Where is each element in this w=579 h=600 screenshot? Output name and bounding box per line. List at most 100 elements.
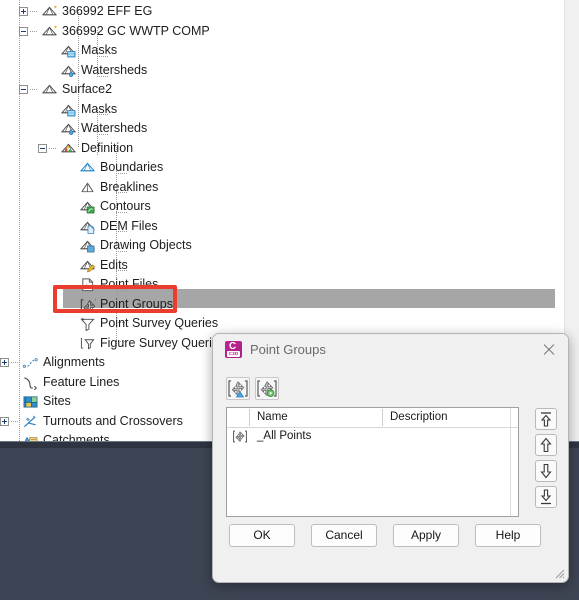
- tree-item-label: Sites: [43, 394, 71, 408]
- tree-item-label: DEM Files: [100, 219, 158, 233]
- tree-item-label: Watersheds: [81, 121, 148, 135]
- collapse-icon[interactable]: [19, 85, 28, 94]
- breaklines-icon: [79, 180, 95, 195]
- tree-item-label: 366992 EFF EG: [62, 4, 153, 18]
- surface-icon: [41, 24, 58, 39]
- tree-item-label: 366992 GC WWTP COMP: [62, 24, 210, 38]
- column-header-name[interactable]: Name: [257, 408, 288, 427]
- tree-item-point-survey-queries[interactable]: Point Survey Queries: [0, 314, 565, 333]
- close-icon[interactable]: [538, 340, 560, 360]
- create-point-group-icon: [228, 380, 248, 398]
- column-divider: [382, 409, 383, 426]
- edits-icon: [79, 258, 96, 273]
- tree-item-label: Point Survey Queries: [100, 316, 219, 330]
- column-divider: [249, 409, 250, 426]
- masks-icon: [60, 43, 77, 58]
- surface-icon: [41, 4, 58, 19]
- tree-item-label: Watersheds: [81, 63, 148, 77]
- annotation-highlight-box: [53, 285, 177, 313]
- expand-icon[interactable]: [19, 7, 28, 16]
- expand-icon[interactable]: [0, 358, 9, 367]
- tree-item-contours[interactable]: Contours: [0, 197, 565, 216]
- tree-item-366992-gc-wwtp-comp[interactable]: 366992 GC WWTP COMP: [0, 22, 565, 41]
- tree-guide-line: [30, 31, 38, 32]
- surface-plain-icon: [41, 82, 58, 97]
- tree-item-dem-files[interactable]: DEM Files: [0, 217, 565, 236]
- move-to-bottom-icon: [540, 489, 552, 505]
- tree-guide-line: [30, 89, 38, 90]
- column-header-description[interactable]: Description: [390, 408, 448, 427]
- tree-item-masks[interactable]: Masks: [0, 41, 565, 60]
- tree-item-boundaries[interactable]: Boundaries: [0, 158, 565, 177]
- move-down-button[interactable]: [535, 460, 557, 482]
- tree-item-surface2[interactable]: Surface2: [0, 80, 565, 99]
- contours-icon: [79, 199, 96, 214]
- dem-files-icon: [79, 219, 96, 234]
- tree-item-label: Boundaries: [100, 160, 164, 174]
- tree-item-label: Contours: [100, 199, 151, 213]
- dialog-titlebar[interactable]: C C3D Point Groups: [213, 334, 568, 366]
- tree-item-edits[interactable]: Edits: [0, 256, 565, 275]
- move-to-top-button[interactable]: [535, 408, 557, 430]
- list-header-row: Name Description: [227, 408, 518, 428]
- resize-grip[interactable]: [554, 568, 565, 579]
- tree-guide-line: [30, 11, 38, 12]
- list-item-name: _All Points: [257, 430, 312, 442]
- definition-icon: [60, 141, 77, 156]
- sites-icon: [22, 394, 38, 409]
- apply-button[interactable]: Apply: [393, 524, 459, 547]
- tree-item-masks[interactable]: Masks: [0, 100, 565, 119]
- tree-item-label: Feature Lines: [43, 375, 120, 389]
- catchments-icon: [22, 433, 38, 441]
- list-column-divider: [510, 408, 511, 516]
- collapse-icon[interactable]: [38, 144, 47, 153]
- tree-item-label: Alignments: [43, 355, 105, 369]
- tree-item-label: Catchments: [43, 433, 110, 441]
- figure-survey-icon: [79, 336, 95, 351]
- tree-item-label: Definition: [81, 141, 134, 155]
- tree-item-label: Figure Survey Queries: [100, 336, 226, 350]
- help-button[interactable]: Help: [475, 524, 541, 547]
- move-to-bottom-button[interactable]: [535, 486, 557, 508]
- ok-button[interactable]: OK: [229, 524, 295, 547]
- tree-guide-line: [49, 148, 57, 149]
- tree-guide-line: [11, 421, 19, 422]
- move-up-icon: [540, 437, 552, 453]
- dialog-title: Point Groups: [250, 342, 326, 357]
- point-group-properties-icon: [257, 380, 277, 397]
- watersheds-icon: [60, 63, 77, 78]
- tree-item-watersheds[interactable]: Watersheds: [0, 61, 565, 80]
- tree-item-definition[interactable]: Definition: [0, 139, 565, 158]
- tree-item-watersheds[interactable]: Watersheds: [0, 119, 565, 138]
- drawing-objects-icon: [79, 238, 96, 253]
- tree-guide-line: [11, 362, 19, 363]
- point-groups-list[interactable]: Name Description _All Points: [226, 407, 519, 517]
- turnouts-icon: [22, 414, 38, 429]
- alignments-icon: [22, 355, 38, 370]
- point-group-properties-button[interactable]: [255, 377, 279, 400]
- collapse-icon[interactable]: [19, 27, 28, 36]
- tree-item-drawing-objects[interactable]: Drawing Objects: [0, 236, 565, 255]
- tree-item-label: Masks: [81, 102, 118, 116]
- tree-item-label: Masks: [81, 43, 118, 57]
- boundaries-icon: [79, 160, 96, 175]
- watersheds-icon: [60, 121, 77, 136]
- point-survey-icon: [79, 316, 95, 331]
- list-item[interactable]: _All Points: [227, 427, 518, 446]
- feature-lines-icon: [22, 375, 38, 390]
- move-to-top-icon: [540, 412, 552, 427]
- create-point-group-button[interactable]: [226, 377, 250, 400]
- point-group-icon: [233, 430, 247, 443]
- tree-item-label: Edits: [100, 258, 128, 272]
- cancel-button[interactable]: Cancel: [311, 524, 377, 547]
- tree-item-366992-eff-eg[interactable]: 366992 EFF EG: [0, 2, 565, 21]
- tree-item-breaklines[interactable]: Breaklines: [0, 178, 565, 197]
- point-groups-dialog[interactable]: C C3D Point Groups Name Description _All…: [212, 333, 569, 583]
- tree-item-label: Drawing Objects: [100, 238, 192, 252]
- tree-item-label: Breaklines: [100, 180, 159, 194]
- move-up-button[interactable]: [535, 434, 557, 456]
- move-down-icon: [540, 463, 552, 479]
- tree-item-label: Surface2: [62, 82, 113, 96]
- expand-icon[interactable]: [0, 417, 9, 426]
- app-icon-badge: C3D: [227, 351, 240, 357]
